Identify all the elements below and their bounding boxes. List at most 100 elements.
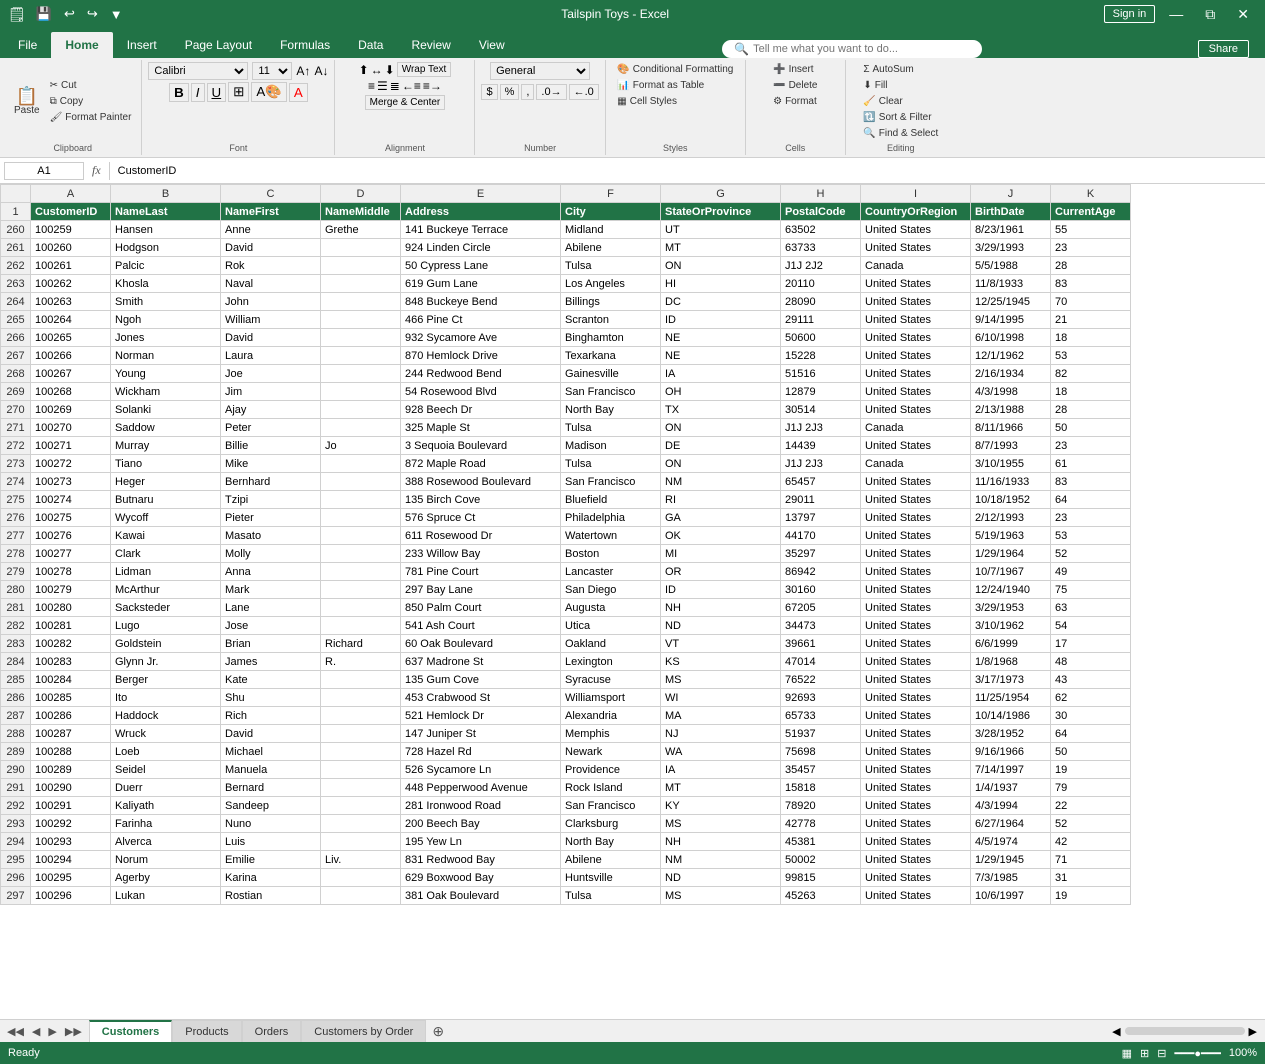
cell[interactable]: 31 [1051, 869, 1131, 887]
scroll-right-button[interactable]: ▶ [1249, 1025, 1257, 1038]
cell[interactable]: DE [661, 437, 781, 455]
cell[interactable]: Oakland [561, 635, 661, 653]
cell[interactable] [321, 311, 401, 329]
col-header-K[interactable]: K [1051, 185, 1131, 203]
cell[interactable]: 63502 [781, 221, 861, 239]
cell[interactable]: 83 [1051, 473, 1131, 491]
cell[interactable]: 100261 [31, 257, 111, 275]
cell[interactable]: NJ [661, 725, 781, 743]
restore-button[interactable]: ⧉ [1197, 4, 1223, 25]
sign-in-button[interactable]: Sign in [1104, 5, 1156, 23]
autosum-button[interactable]: ΣAutoSum [859, 62, 942, 77]
header-cell-postalcode[interactable]: PostalCode [781, 203, 861, 221]
cell[interactable]: San Francisco [561, 383, 661, 401]
cell[interactable]: United States [861, 707, 971, 725]
cell[interactable]: 10/14/1986 [971, 707, 1051, 725]
horizontal-scrollbar[interactable] [1125, 1027, 1245, 1035]
cell[interactable]: Scranton [561, 311, 661, 329]
cell[interactable]: Solanki [111, 401, 221, 419]
cell[interactable]: 8/23/1961 [971, 221, 1051, 239]
cell[interactable]: WA [661, 743, 781, 761]
cell[interactable]: Palcic [111, 257, 221, 275]
cell[interactable]: 781 Pine Court [401, 563, 561, 581]
cell[interactable]: United States [861, 509, 971, 527]
cell[interactable]: Liv. [321, 851, 401, 869]
cell[interactable]: United States [861, 239, 971, 257]
cell[interactable]: 34473 [781, 617, 861, 635]
tab-insert[interactable]: Insert [113, 32, 171, 58]
cell[interactable]: United States [861, 473, 971, 491]
cell[interactable]: ND [661, 617, 781, 635]
cell[interactable]: 28090 [781, 293, 861, 311]
cell[interactable]: Memphis [561, 725, 661, 743]
cell[interactable]: 141 Buckeye Terrace [401, 221, 561, 239]
cell[interactable]: 45381 [781, 833, 861, 851]
cell[interactable]: ID [661, 581, 781, 599]
cell[interactable]: 100271 [31, 437, 111, 455]
cell[interactable]: 30160 [781, 581, 861, 599]
header-cell-namemiddle[interactable]: NameMiddle [321, 203, 401, 221]
cell[interactable]: United States [861, 491, 971, 509]
cell[interactable] [321, 743, 401, 761]
cell[interactable]: MA [661, 707, 781, 725]
scroll-tab-right-button[interactable]: ▶▶ [62, 1024, 85, 1039]
cell[interactable]: Bernard [221, 779, 321, 797]
cell[interactable]: HI [661, 275, 781, 293]
cell[interactable]: 100284 [31, 671, 111, 689]
cell[interactable]: 52 [1051, 545, 1131, 563]
cell[interactable]: United States [861, 617, 971, 635]
cell[interactable] [321, 581, 401, 599]
cell[interactable]: 100287 [31, 725, 111, 743]
cell[interactable]: Mark [221, 581, 321, 599]
cell[interactable]: 28 [1051, 401, 1131, 419]
cell[interactable]: ON [661, 455, 781, 473]
cell[interactable]: United States [861, 329, 971, 347]
cell[interactable]: 576 Spruce Ct [401, 509, 561, 527]
cell[interactable]: Anne [221, 221, 321, 239]
format-button[interactable]: ⚙Format [769, 94, 821, 109]
col-header-D[interactable]: D [321, 185, 401, 203]
cell[interactable]: 35297 [781, 545, 861, 563]
view-page-layout-button[interactable]: ⊞ [1140, 1047, 1149, 1060]
formula-input[interactable]: CustomerID [114, 165, 1261, 177]
cell[interactable]: United States [861, 833, 971, 851]
cell[interactable] [321, 455, 401, 473]
cell[interactable] [321, 797, 401, 815]
cell[interactable]: OR [661, 563, 781, 581]
cell[interactable] [321, 527, 401, 545]
cell[interactable]: 12/25/1945 [971, 293, 1051, 311]
cell[interactable]: 100262 [31, 275, 111, 293]
cell[interactable]: 54 Rosewood Blvd [401, 383, 561, 401]
cell[interactable] [321, 599, 401, 617]
cell[interactable]: United States [861, 887, 971, 905]
cell[interactable]: 100260 [31, 239, 111, 257]
comma-button[interactable]: % [500, 84, 520, 100]
cell[interactable] [321, 509, 401, 527]
cell[interactable]: 1/29/1964 [971, 545, 1051, 563]
cell[interactable]: Michael [221, 743, 321, 761]
cell[interactable]: 7/14/1997 [971, 761, 1051, 779]
cell[interactable]: R. [321, 653, 401, 671]
redo-button[interactable]: ↪ [83, 4, 102, 24]
col-header-E[interactable]: E [401, 185, 561, 203]
cell[interactable]: Manuela [221, 761, 321, 779]
cell[interactable]: Agerby [111, 869, 221, 887]
cell[interactable]: MS [661, 815, 781, 833]
cell[interactable]: United States [861, 563, 971, 581]
indent-decrease-button[interactable]: ←≡ [402, 79, 421, 93]
cell[interactable]: 381 Oak Boulevard [401, 887, 561, 905]
header-cell-stateorprovince[interactable]: StateOrProvince [661, 203, 781, 221]
cell[interactable]: 100291 [31, 797, 111, 815]
cell[interactable]: United States [861, 275, 971, 293]
cell[interactable]: 9/16/1966 [971, 743, 1051, 761]
col-header-G[interactable]: G [661, 185, 781, 203]
cell[interactable]: 29011 [781, 491, 861, 509]
cell[interactable]: 50002 [781, 851, 861, 869]
cell[interactable]: 92693 [781, 689, 861, 707]
cell[interactable]: 4/3/1994 [971, 797, 1051, 815]
cell[interactable]: 23 [1051, 437, 1131, 455]
cell[interactable]: Syracuse [561, 671, 661, 689]
cell[interactable]: 100282 [31, 635, 111, 653]
cell[interactable]: Saddow [111, 419, 221, 437]
cell[interactable]: 39661 [781, 635, 861, 653]
